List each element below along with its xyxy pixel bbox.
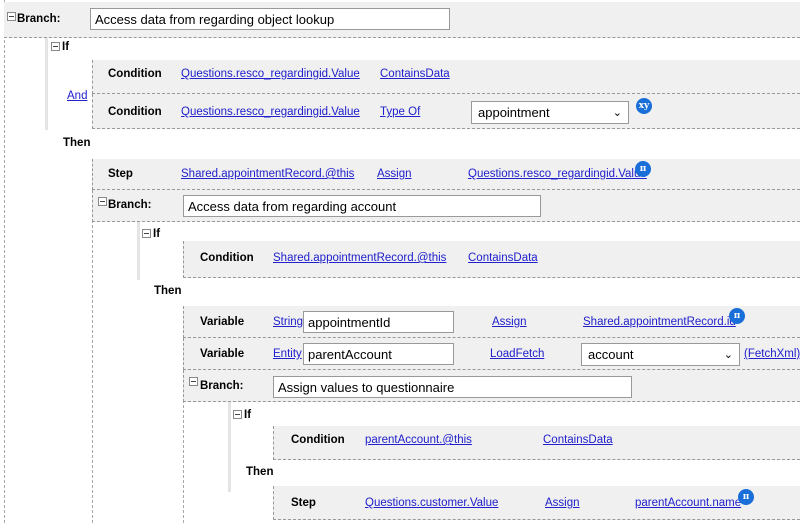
- operator-and-link[interactable]: And: [67, 90, 87, 102]
- collapse-icon[interactable]: [98, 197, 107, 206]
- condition-operator-link[interactable]: ContainsData: [468, 252, 538, 264]
- variable-label: Variable: [200, 316, 245, 328]
- fetchxml-link[interactable]: (FetchXml): [744, 348, 800, 360]
- condition-label: Condition: [108, 106, 162, 118]
- collapse-icon[interactable]: [51, 42, 60, 51]
- step-source-link[interactable]: parentAccount.name: [635, 497, 741, 509]
- type-select-value: appointment: [478, 105, 550, 120]
- then1-border: [92, 190, 93, 523]
- if2-label: If: [153, 228, 161, 240]
- entity-select-value: account: [588, 347, 634, 362]
- condition-label: Condition: [291, 434, 345, 446]
- collapse-icon[interactable]: [7, 12, 16, 21]
- entity-select[interactable]: account ⌄: [581, 343, 740, 366]
- variable-operator-link[interactable]: LoadFetch: [490, 348, 544, 360]
- condition-operator-link[interactable]: ContainsData: [543, 434, 613, 446]
- if1-label: If: [62, 41, 70, 53]
- condition-field-link[interactable]: Shared.appointmentRecord.@this: [273, 252, 446, 264]
- if3-bar: [228, 402, 231, 492]
- then1-label: Then: [63, 137, 91, 149]
- then3-label: Then: [246, 466, 274, 478]
- condition-label: Condition: [108, 68, 162, 80]
- variable-operator-link[interactable]: Assign: [492, 316, 527, 328]
- step-label: Step: [108, 168, 133, 180]
- type-select[interactable]: appointment ⌄: [471, 101, 629, 124]
- step-target-link[interactable]: Shared.appointmentRecord.@this: [181, 168, 354, 180]
- collapse-icon[interactable]: [142, 229, 151, 238]
- branch2-name-input[interactable]: Access data from regarding account: [183, 195, 541, 217]
- then2-label: Then: [154, 285, 182, 297]
- collapse-icon[interactable]: [189, 377, 198, 386]
- branch3-name-input[interactable]: Assign values to questionnaire: [273, 376, 632, 398]
- branch1-name-input[interactable]: Access data from regarding object lookup: [90, 8, 450, 30]
- chevron-down-icon: ⌄: [612, 107, 622, 119]
- if3-label: If: [244, 409, 252, 421]
- variable-label: Variable: [200, 348, 245, 360]
- step-source-link[interactable]: Questions.resco_regardingid.Value: [468, 168, 647, 180]
- condition-operator-link[interactable]: Type Of: [380, 106, 420, 118]
- step-operator-link[interactable]: Assign: [545, 497, 580, 509]
- condition-field-link[interactable]: Questions.resco_regardingid.Value: [181, 68, 360, 80]
- condition-field-link[interactable]: parentAccount.@this: [365, 434, 472, 446]
- chevron-down-icon: ⌄: [723, 349, 733, 361]
- pi-icon[interactable]: π: [729, 308, 745, 324]
- variable-type-link[interactable]: Entity: [273, 348, 302, 360]
- collapse-icon[interactable]: [233, 410, 242, 419]
- step-target-link[interactable]: Questions.customer.Value: [365, 497, 498, 509]
- outer-border: [4, 0, 5, 523]
- step-operator-link[interactable]: Assign: [377, 168, 412, 180]
- pi-icon[interactable]: π: [635, 161, 651, 177]
- variable-name-input[interactable]: appointmentId: [303, 311, 454, 333]
- condition-row: [273, 426, 800, 460]
- variable-source-link[interactable]: Shared.appointmentRecord.id: [583, 316, 736, 328]
- condition-label: Condition: [200, 252, 254, 264]
- branch2-label: Branch:: [108, 199, 152, 211]
- condition-operator-link[interactable]: ContainsData: [380, 68, 450, 80]
- if1-bar: [45, 38, 48, 130]
- variable-type-link[interactable]: String: [273, 316, 303, 328]
- branch3-label: Branch:: [200, 380, 244, 392]
- xy-icon[interactable]: xy: [636, 98, 652, 114]
- if2-bar: [137, 222, 140, 280]
- branch1-label: Branch:: [17, 13, 61, 25]
- pi-icon[interactable]: π: [738, 489, 754, 505]
- condition-field-link[interactable]: Questions.resco_regardingid.Value: [181, 106, 360, 118]
- step-label: Step: [291, 497, 316, 509]
- variable-name-input[interactable]: parentAccount: [303, 343, 454, 365]
